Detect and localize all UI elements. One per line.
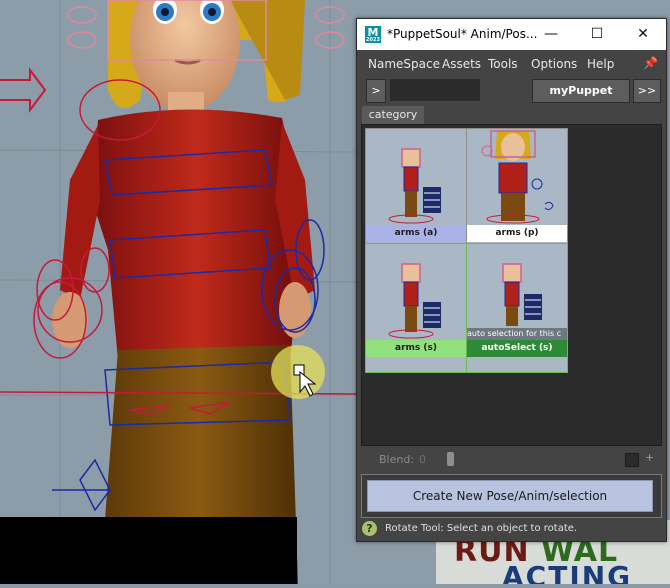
pose-tile-arms-s[interactable]: arms (s) — [365, 243, 467, 373]
pose-tile-label: autoSelect (s) — [467, 340, 567, 357]
blend-value: 0 — [419, 453, 426, 466]
pose-tile-autoselect-s[interactable]: auto selection for this c autoSelect (s) — [466, 243, 568, 373]
pose-thumbnail — [366, 129, 466, 225]
namespace-field[interactable] — [390, 79, 480, 101]
create-button-frame: Create New Pose/Anim/selection — [361, 474, 662, 518]
tab-row: category — [357, 106, 666, 124]
toolbar: > myPuppet >> — [357, 76, 666, 106]
puppetsoul-window: 2023 M *PuppetSoul* Anim/Pos... — ☐ ✕ Nam… — [356, 18, 667, 542]
blend-checkbox[interactable] — [625, 453, 639, 467]
menu-assets[interactable]: Assets — [442, 57, 481, 71]
poster-word-acting: ACTING — [502, 560, 633, 584]
minimize-button[interactable]: — — [528, 19, 574, 50]
close-icon: ✕ — [637, 26, 649, 42]
create-pose-button[interactable]: Create New Pose/Anim/selection — [367, 480, 653, 512]
close-button[interactable]: ✕ — [620, 19, 666, 50]
pose-library-grid[interactable]: arms (a) arms (p) arms (s) auto selectio… — [361, 124, 662, 446]
blend-row: Blend: 0 + — [357, 449, 666, 471]
blend-slider-handle[interactable] — [447, 452, 454, 466]
help-icon[interactable]: ? — [362, 521, 377, 536]
expand-button[interactable]: > — [366, 79, 386, 103]
window-title: *PuppetSoul* Anim/Pos... — [387, 27, 538, 41]
status-text: Rotate Tool: Select an object to rotate. — [385, 523, 578, 534]
menu-tools[interactable]: Tools — [488, 57, 518, 71]
pose-tile-label: arms (s) — [366, 340, 466, 357]
title-bar[interactable]: 2023 M *PuppetSoul* Anim/Pos... — ☐ ✕ — [357, 19, 666, 50]
maya-app-icon: 2023 M — [365, 26, 381, 43]
pose-thumbnail — [467, 129, 567, 225]
maximize-button[interactable]: ☐ — [574, 19, 620, 50]
minimize-icon: — — [544, 26, 558, 42]
menu-options[interactable]: Options — [531, 57, 577, 71]
status-bar: ? Rotate Tool: Select an object to rotat… — [357, 519, 666, 541]
pose-tile-arms-a[interactable]: arms (a) — [365, 128, 467, 258]
blend-plus-icon[interactable]: + — [645, 451, 654, 464]
pose-tile-label: arms (p) — [467, 225, 567, 242]
tab-category[interactable]: category — [362, 106, 424, 124]
more-button[interactable]: >> — [633, 79, 661, 103]
pose-tile-label: arms (a) — [366, 225, 466, 242]
maximize-icon: ☐ — [590, 26, 604, 42]
menu-help[interactable]: Help — [587, 57, 614, 71]
pose-tile-arms-p[interactable]: arms (p) — [466, 128, 568, 258]
black-overlay-block — [0, 517, 297, 584]
menu-namespace[interactable]: NameSpace — [368, 57, 440, 71]
blend-label: Blend: — [379, 453, 415, 466]
pose-thumbnail — [366, 244, 466, 340]
pin-icon[interactable]: 📌 — [643, 56, 658, 70]
pose-thumbnail — [467, 244, 567, 340]
menu-bar: NameSpace Assets Tools Options Help 📌 — [357, 50, 666, 76]
puppet-selector-button[interactable]: myPuppet — [532, 79, 630, 103]
pose-tile-caption: auto selection for this c — [467, 328, 567, 340]
